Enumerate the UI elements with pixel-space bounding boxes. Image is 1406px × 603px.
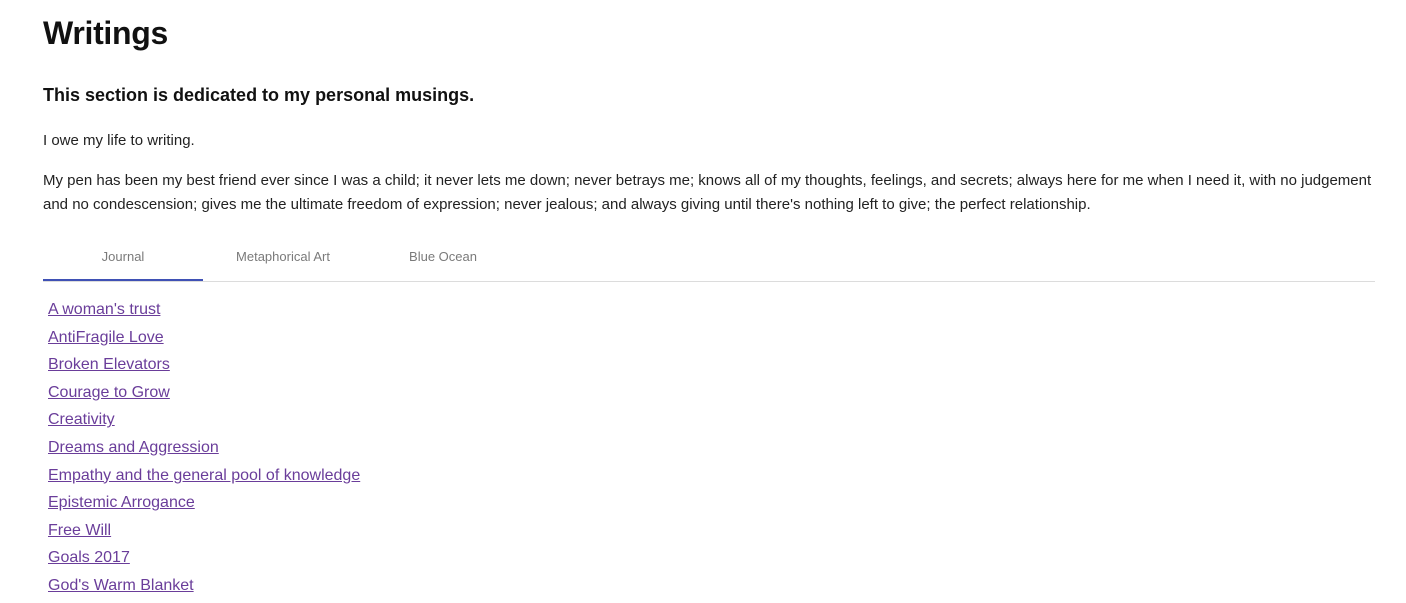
journal-link-free-will[interactable]: Free Will [48, 522, 111, 539]
list-item: God's Warm Blanket [48, 574, 360, 602]
list-item: Empathy and the general pool of knowledg… [48, 464, 360, 492]
page-subtitle: This section is dedicated to my personal… [43, 85, 475, 105]
journal-link-empathy[interactable]: Empathy and the general pool of knowledg… [48, 467, 360, 484]
list-item: Creativity [48, 408, 360, 436]
list-item: Free Will [48, 519, 360, 547]
tab-journal[interactable]: Journal [43, 237, 203, 281]
list-item: Goals 2017 [48, 546, 360, 574]
journal-link-a-womans-trust[interactable]: A woman's trust [48, 301, 160, 318]
journal-link-epistemic-arrogance[interactable]: Epistemic Arrogance [48, 494, 195, 511]
journal-link-courage-to-grow[interactable]: Courage to Grow [48, 384, 170, 401]
intro-paragraph: I owe my life to writing. [43, 132, 195, 149]
journal-link-goals-2017[interactable]: Goals 2017 [48, 549, 130, 566]
journal-link-list: A woman's trust AntiFragile Love Broken … [48, 298, 360, 602]
list-item: Courage to Grow [48, 381, 360, 409]
journal-link-antifragile-love[interactable]: AntiFragile Love [48, 329, 164, 346]
tab-metaphorical-art[interactable]: Metaphorical Art [203, 237, 363, 281]
tab-bar: Journal Metaphorical Art Blue Ocean [43, 237, 1375, 282]
list-item: AntiFragile Love [48, 326, 360, 354]
writings-page: Writings This section is dedicated to my… [0, 0, 1406, 603]
list-item: Epistemic Arrogance [48, 491, 360, 519]
journal-link-creativity[interactable]: Creativity [48, 411, 115, 428]
tab-blue-ocean[interactable]: Blue Ocean [363, 237, 523, 281]
journal-link-broken-elevators[interactable]: Broken Elevators [48, 356, 170, 373]
body-paragraph: My pen has been my best friend ever sinc… [43, 172, 1372, 213]
list-item: Dreams and Aggression [48, 436, 360, 464]
list-item: Broken Elevators [48, 353, 360, 381]
list-item: A woman's trust [48, 298, 360, 326]
page-title: Writings [43, 15, 169, 51]
journal-link-dreams-and-aggression[interactable]: Dreams and Aggression [48, 439, 219, 456]
journal-link-gods-warm-blanket[interactable]: God's Warm Blanket [48, 577, 194, 594]
